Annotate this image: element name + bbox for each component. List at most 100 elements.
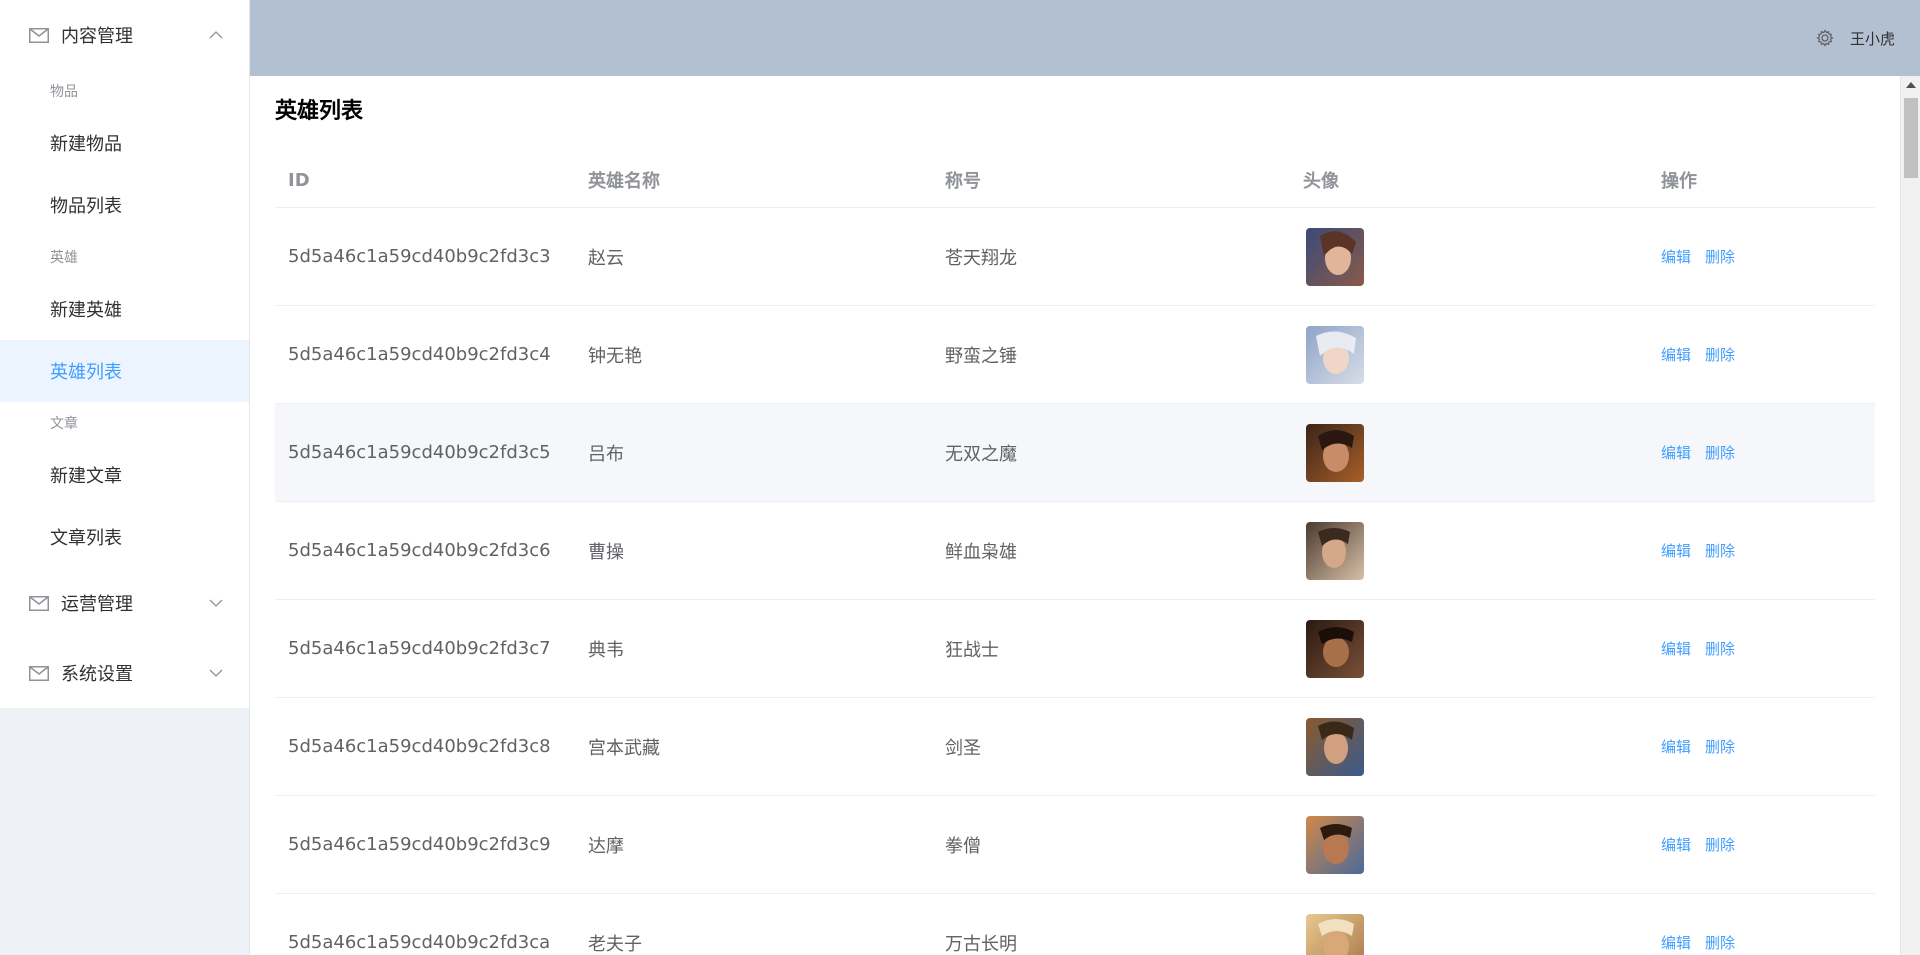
hero-avatar-image bbox=[1306, 325, 1364, 384]
edit-button[interactable]: 编辑 bbox=[1661, 246, 1691, 267]
cell-avatar bbox=[1290, 423, 1648, 482]
cell-title: 拳僧 bbox=[945, 835, 981, 857]
cell-name: 老夫子 bbox=[588, 933, 642, 955]
submenu-label: 系统设置 bbox=[61, 664, 133, 685]
column-header-title: 称号 bbox=[945, 171, 981, 192]
cell-title: 苍天翔龙 bbox=[945, 247, 1017, 269]
cell-title: 鲜血枭雄 bbox=[945, 541, 1017, 563]
delete-button[interactable]: 删除 bbox=[1705, 344, 1735, 365]
cell-avatar bbox=[1290, 913, 1648, 955]
cell-id: 5d5a46c1a59cd40b9c2fd3c4 bbox=[288, 344, 551, 365]
edit-button[interactable]: 编辑 bbox=[1661, 540, 1691, 561]
cell-id: 5d5a46c1a59cd40b9c2fd3c8 bbox=[288, 736, 551, 757]
hero-avatar-image bbox=[1306, 423, 1364, 482]
delete-button[interactable]: 删除 bbox=[1705, 932, 1735, 953]
table-row: 5d5a46c1a59cd40b9c2fd3c7 典韦 狂战士 编辑 删除 bbox=[275, 600, 1875, 698]
cell-name: 达摩 bbox=[588, 835, 624, 857]
menu-group-items: 物品 bbox=[50, 84, 78, 100]
top-header: 王小虎 bbox=[250, 0, 1920, 76]
content-scroll-area[interactable]: 英雄列表 ID 英雄名称 称号 头像 操作 5d5a46c1a59cd40b9c… bbox=[250, 76, 1920, 955]
delete-button[interactable]: 删除 bbox=[1705, 834, 1735, 855]
hero-table: ID 英雄名称 称号 头像 操作 5d5a46c1a59cd40b9c2fd3c… bbox=[275, 153, 1875, 955]
edit-button[interactable]: 编辑 bbox=[1661, 932, 1691, 953]
delete-button[interactable]: 删除 bbox=[1705, 246, 1735, 267]
cell-actions: 编辑 删除 bbox=[1648, 442, 1875, 463]
hero-avatar-image bbox=[1306, 521, 1364, 580]
sidebar-item-new-hero[interactable]: 新建英雄 bbox=[0, 278, 249, 340]
username[interactable]: 王小虎 bbox=[1850, 28, 1895, 49]
mail-icon bbox=[29, 595, 49, 611]
sidebar: 内容管理 物品 新建物品 物品列表 英雄 新建英雄 英雄列表 文章 新建文章 文… bbox=[0, 0, 250, 955]
content: 英雄列表 ID 英雄名称 称号 头像 操作 5d5a46c1a59cd40b9c… bbox=[250, 76, 1920, 955]
cell-title: 野蛮之锤 bbox=[945, 345, 1017, 367]
vertical-scrollbar[interactable] bbox=[1900, 76, 1920, 955]
menu-group-articles: 文章 bbox=[50, 416, 78, 432]
cell-id: 5d5a46c1a59cd40b9c2fd3c7 bbox=[288, 638, 551, 659]
cell-avatar bbox=[1290, 717, 1648, 776]
submenu-system-settings[interactable]: 系统设置 bbox=[0, 638, 249, 708]
chevron-down-icon bbox=[209, 599, 223, 607]
cell-name: 吕布 bbox=[588, 443, 624, 465]
edit-button[interactable]: 编辑 bbox=[1661, 638, 1691, 659]
sidebar-item-new-article[interactable]: 新建文章 bbox=[0, 444, 249, 506]
mail-icon bbox=[29, 665, 49, 681]
sidebar-menu: 内容管理 物品 新建物品 物品列表 英雄 新建英雄 英雄列表 文章 新建文章 文… bbox=[0, 0, 249, 708]
hero-avatar-image bbox=[1306, 913, 1364, 955]
column-header-name: 英雄名称 bbox=[588, 171, 660, 192]
delete-button[interactable]: 删除 bbox=[1705, 736, 1735, 757]
cell-id: 5d5a46c1a59cd40b9c2fd3c3 bbox=[288, 246, 551, 267]
cell-name: 钟无艳 bbox=[588, 345, 642, 367]
submenu-operations-management[interactable]: 运营管理 bbox=[0, 568, 249, 638]
cell-id: 5d5a46c1a59cd40b9c2fd3c6 bbox=[288, 540, 551, 561]
edit-button[interactable]: 编辑 bbox=[1661, 344, 1691, 365]
submenu-content-management[interactable]: 内容管理 bbox=[0, 0, 249, 70]
edit-button[interactable]: 编辑 bbox=[1661, 442, 1691, 463]
gear-icon[interactable] bbox=[1816, 29, 1834, 47]
chevron-up-icon bbox=[209, 31, 223, 39]
edit-button[interactable]: 编辑 bbox=[1661, 834, 1691, 855]
table-row: 5d5a46c1a59cd40b9c2fd3c9 达摩 拳僧 编辑 删除 bbox=[275, 796, 1875, 894]
cell-avatar bbox=[1290, 619, 1648, 678]
delete-button[interactable]: 删除 bbox=[1705, 442, 1735, 463]
page-title: 英雄列表 bbox=[275, 99, 364, 124]
hero-avatar-image bbox=[1306, 717, 1364, 776]
sidebar-item-hero-list[interactable]: 英雄列表 bbox=[0, 340, 249, 402]
cell-name: 曹操 bbox=[588, 541, 624, 563]
cell-title: 剑圣 bbox=[945, 737, 981, 759]
delete-button[interactable]: 删除 bbox=[1705, 638, 1735, 659]
table-row: 5d5a46c1a59cd40b9c2fd3c4 钟无艳 野蛮之锤 编辑 删除 bbox=[275, 306, 1875, 404]
scrollbar-thumb[interactable] bbox=[1904, 98, 1918, 178]
sidebar-item-new-item[interactable]: 新建物品 bbox=[0, 112, 249, 174]
cell-actions: 编辑 删除 bbox=[1648, 344, 1875, 365]
delete-button[interactable]: 删除 bbox=[1705, 540, 1735, 561]
column-header-id: ID bbox=[288, 169, 310, 191]
edit-button[interactable]: 编辑 bbox=[1661, 736, 1691, 757]
cell-avatar bbox=[1290, 325, 1648, 384]
cell-title: 无双之魔 bbox=[945, 443, 1017, 465]
column-header-avatar: 头像 bbox=[1303, 171, 1339, 192]
cell-avatar bbox=[1290, 227, 1648, 286]
mail-icon bbox=[29, 27, 49, 43]
cell-actions: 编辑 删除 bbox=[1648, 246, 1875, 267]
submenu-label: 内容管理 bbox=[61, 26, 133, 47]
table-row: 5d5a46c1a59cd40b9c2fd3c3 赵云 苍天翔龙 编辑 删除 bbox=[275, 208, 1875, 306]
cell-id: 5d5a46c1a59cd40b9c2fd3c9 bbox=[288, 834, 551, 855]
sidebar-item-article-list[interactable]: 文章列表 bbox=[0, 506, 249, 568]
sidebar-item-item-list[interactable]: 物品列表 bbox=[0, 174, 249, 236]
cell-id: 5d5a46c1a59cd40b9c2fd3c5 bbox=[288, 442, 551, 463]
cell-actions: 编辑 删除 bbox=[1648, 834, 1875, 855]
table-row: 5d5a46c1a59cd40b9c2fd3ca 老夫子 万古长明 编辑 删除 bbox=[275, 894, 1875, 955]
scroll-up-arrow-icon[interactable] bbox=[1906, 82, 1916, 88]
table-row: 5d5a46c1a59cd40b9c2fd3c5 吕布 无双之魔 编辑 删除 bbox=[275, 404, 1875, 502]
menu-group-heroes: 英雄 bbox=[50, 250, 78, 266]
main-area: 王小虎 英雄列表 ID 英雄名称 称号 头像 操作 5d5a46c1a59cd4… bbox=[250, 0, 1920, 955]
cell-actions: 编辑 删除 bbox=[1648, 540, 1875, 561]
cell-actions: 编辑 删除 bbox=[1648, 638, 1875, 659]
table-row: 5d5a46c1a59cd40b9c2fd3c8 宫本武藏 剑圣 编辑 删除 bbox=[275, 698, 1875, 796]
column-header-actions: 操作 bbox=[1661, 171, 1697, 192]
table-row: 5d5a46c1a59cd40b9c2fd3c6 曹操 鲜血枭雄 编辑 删除 bbox=[275, 502, 1875, 600]
cell-id: 5d5a46c1a59cd40b9c2fd3ca bbox=[288, 932, 551, 953]
cell-actions: 编辑 删除 bbox=[1648, 932, 1875, 953]
table-header: ID 英雄名称 称号 头像 操作 bbox=[275, 153, 1875, 208]
submenu-label: 运营管理 bbox=[61, 594, 133, 615]
